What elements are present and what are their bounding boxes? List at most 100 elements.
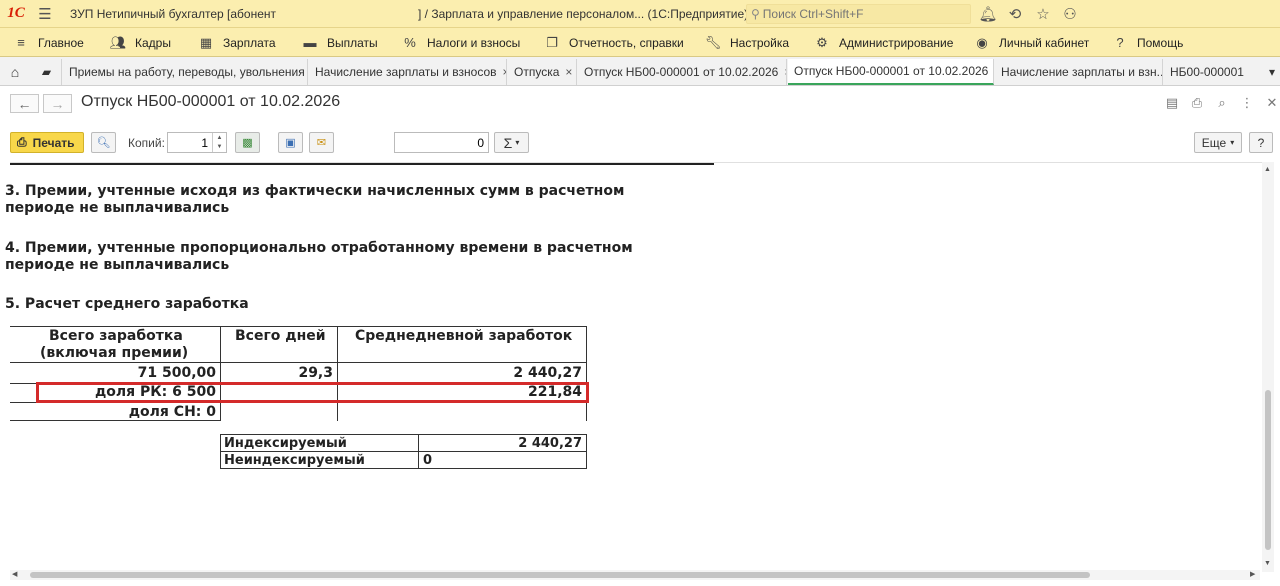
horizontal-scrollbar[interactable]: ◀ ▶ — [10, 570, 1260, 580]
calculator-icon: ▦ — [199, 34, 213, 50]
copies-input[interactable] — [168, 135, 212, 150]
tab-payroll-2[interactable]: Начисление зарплаты и взн... — [995, 59, 1163, 85]
edit-toggle-button[interactable]: ▩ — [235, 132, 260, 153]
table-border — [220, 434, 221, 469]
printer-icon[interactable]: ⎙ — [1187, 94, 1207, 112]
table-border — [10, 326, 587, 327]
menu-item-payments[interactable]: ▬ Выплаты — [301, 28, 378, 57]
payments-icon: ▬ — [303, 35, 317, 50]
percent-icon: % — [404, 35, 416, 50]
edit-icon: ▩ — [242, 137, 253, 149]
section-5-heading: 5. Расчет среднего заработка — [5, 296, 249, 312]
table-border — [220, 451, 587, 452]
forward-arrow-icon[interactable]: → — [43, 94, 72, 113]
app-title-left: ЗУП Нетипичный бухгалтер [абонент — [70, 7, 276, 21]
highlight-box — [36, 382, 589, 403]
reports-icon: ❐ — [546, 34, 558, 50]
gear-icon: ⚙ — [816, 34, 828, 50]
menu-item-help[interactable]: ? Помощь — [1111, 28, 1183, 57]
print-button[interactable]: ⎙ Печать — [10, 132, 84, 153]
divider — [10, 163, 714, 165]
scrollbar-thumb[interactable] — [30, 572, 1090, 578]
tab-payroll[interactable]: Начисление зарплаты и взносов× — [309, 59, 507, 85]
section-3-heading: 3. Премии, учтенные исходя из фактически… — [5, 183, 625, 216]
table-cell: 2 440,27 — [518, 436, 582, 451]
send-email-button[interactable]: ✉ — [309, 132, 334, 153]
tab-vacation-doc[interactable]: Отпуск НБ00-000001 от 10.02.2026× — [578, 59, 787, 85]
menu-item-taxes[interactable]: % Налоги и взносы — [401, 28, 520, 57]
copies-label: Копий: — [128, 136, 165, 150]
users-icon[interactable]: ⚇ — [1060, 4, 1080, 24]
vertical-scrollbar[interactable]: ▲ ▼ — [1262, 162, 1274, 572]
menu-item-admin[interactable]: ⚙ Администрирование — [813, 28, 953, 57]
scroll-up-icon[interactable]: ▲ — [1264, 166, 1271, 173]
table-header: Всего дней — [235, 328, 326, 344]
preview-icon[interactable]: ⌕ — [1212, 94, 1232, 112]
user-icon: ◉ — [976, 34, 988, 50]
close-icon[interactable]: × — [784, 65, 786, 79]
table-cell: Индексируемый — [224, 436, 347, 451]
table-border — [220, 434, 587, 435]
section-4-heading: 4. Премии, учтенные пропорционально отра… — [5, 240, 633, 273]
save-icon[interactable]: ▤ — [1162, 94, 1182, 112]
menu-item-salary[interactable]: ▦ Зарплата — [197, 28, 276, 57]
menu-item-reports[interactable]: ❐ Отчетность, справки — [543, 28, 684, 57]
people-icon: 👥︎ — [109, 34, 127, 50]
scroll-down-icon[interactable]: ▼ — [1264, 560, 1271, 567]
tab-nb00[interactable]: НБ00-000001 — [1164, 59, 1262, 85]
star-icon[interactable]: ☆ — [1033, 4, 1053, 24]
global-search[interactable]: ⚲ — [746, 4, 971, 24]
sum-input[interactable] — [395, 133, 487, 152]
close-icon[interactable]: × — [565, 65, 572, 79]
back-arrow-icon[interactable]: ← — [10, 94, 39, 113]
scroll-left-icon[interactable]: ◀ — [12, 570, 17, 578]
table-cell: 71 500,00 — [137, 365, 216, 381]
table-border — [10, 362, 587, 363]
chevron-down-icon: ▾ — [1230, 138, 1235, 147]
chat-icon[interactable]: ▰ — [32, 59, 62, 85]
more-button[interactable]: Еще ▾ — [1194, 132, 1242, 153]
close-window-icon[interactable]: ✕ — [1262, 94, 1280, 112]
main-menu-icon[interactable]: ☰ — [32, 0, 58, 28]
menu-item-settings[interactable]: 🔧︎ Настройка — [704, 28, 789, 57]
hamburger-icon: ≡ — [17, 35, 25, 50]
menu-item-account[interactable]: ◉ Личный кабинет — [973, 28, 1089, 57]
scrollbar-thumb[interactable] — [1265, 390, 1271, 550]
scroll-right-icon[interactable]: ▶ — [1250, 570, 1255, 578]
home-icon[interactable]: ⌂ — [0, 59, 30, 85]
menu-item-hr[interactable]: 👥︎ Кадры — [109, 28, 171, 57]
sum-button[interactable]: Σ ▾ — [494, 132, 529, 153]
floppy-icon: ▣ — [285, 137, 296, 149]
table-cell: 0 — [423, 453, 433, 468]
more-vertical-icon[interactable]: ⋮ — [1237, 94, 1257, 112]
search-input[interactable] — [759, 7, 960, 21]
preview-button[interactable]: 🔍︎ — [91, 132, 116, 153]
save-button[interactable]: ▣ — [278, 132, 303, 153]
question-icon: ? — [1116, 35, 1124, 50]
close-icon[interactable]: × — [503, 65, 506, 79]
tab-vacation-print-active[interactable]: Отпуск НБ00-000001 от 10.02.2026× — [788, 59, 994, 85]
table-border — [586, 326, 587, 421]
table-header: (включая премии) — [40, 345, 189, 361]
history-icon[interactable]: ⟲ — [1005, 4, 1025, 24]
envelope-icon: ✉ — [316, 137, 327, 149]
table-border — [10, 420, 220, 421]
table-header: Среднедневной заработок — [355, 328, 573, 344]
printer-icon: ⎙ — [17, 135, 27, 149]
title-bar: 1С ☰ ЗУП Нетипичный бухгалтер [абонент ]… — [0, 0, 1280, 28]
copies-stepper[interactable]: ▲▼ — [167, 132, 227, 153]
copies-spin-icon[interactable]: ▲ ▼ — [212, 133, 226, 152]
bell-icon[interactable]: 🔔︎ — [978, 4, 998, 24]
tab-vacations[interactable]: Отпуска × — [508, 59, 577, 85]
app-logo[interactable]: 1С — [0, 0, 32, 28]
section-menu: ≡ Главное 👥︎ Кадры ▦ Зарплата ▬ Выплаты % Нал… — [0, 28, 1280, 57]
menu-item-main[interactable]: ≡ Главное — [12, 28, 84, 57]
table-border — [220, 468, 587, 469]
table-cell: доля СН: 0 — [128, 404, 216, 420]
tab-hires[interactable]: Приемы на работу, переводы, увольнения× — [63, 59, 308, 85]
sum-field[interactable] — [394, 132, 489, 153]
table-cell: Неиндексируемый — [224, 453, 365, 468]
tabs-dropdown-icon[interactable]: ▾ — [1264, 59, 1280, 85]
table-cell: 29,3 — [298, 365, 333, 381]
help-button[interactable]: ? — [1249, 132, 1273, 153]
